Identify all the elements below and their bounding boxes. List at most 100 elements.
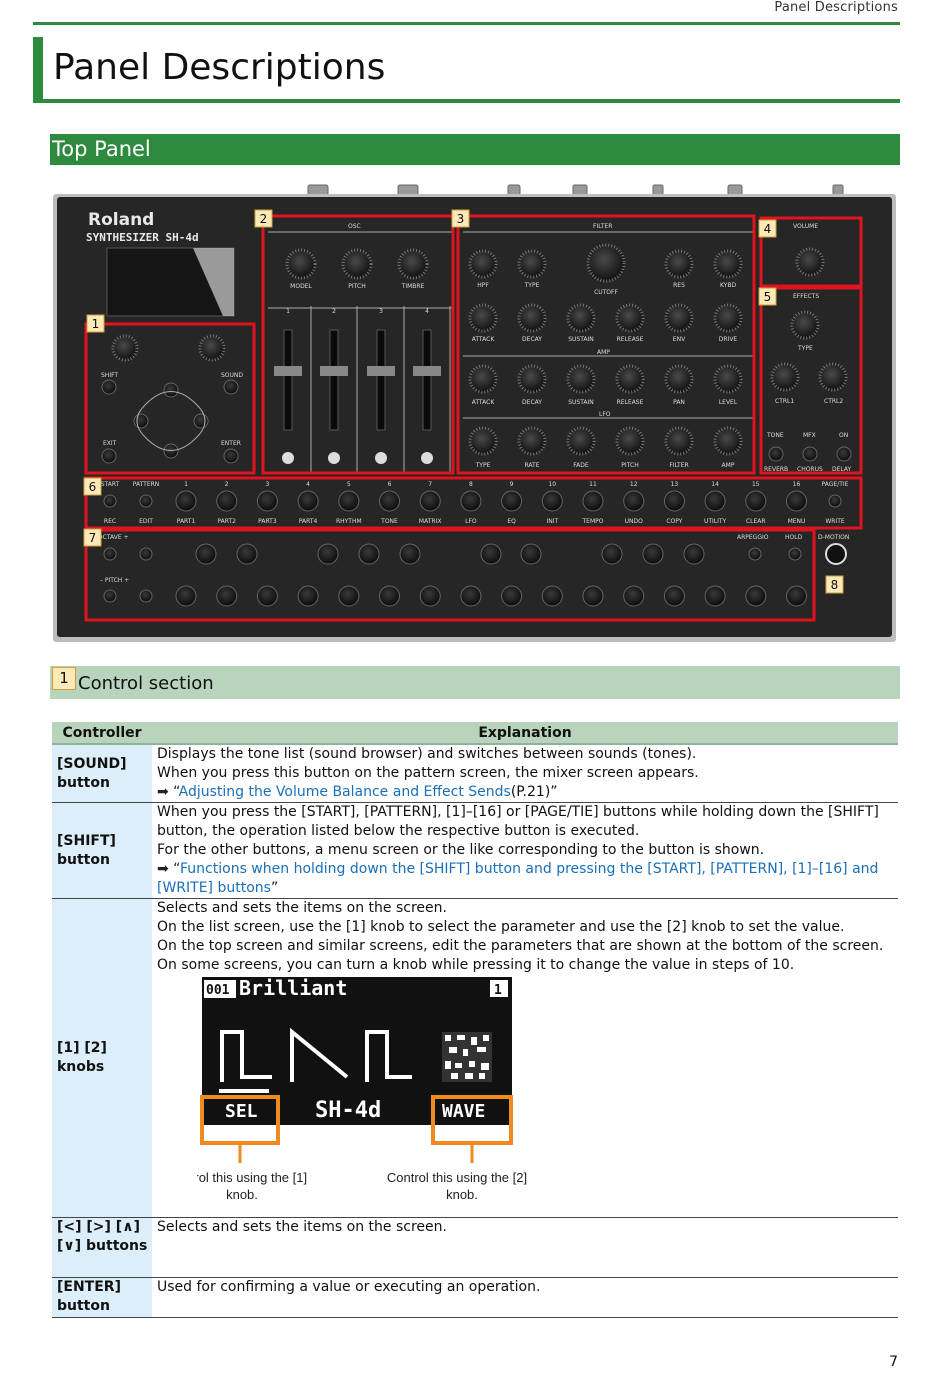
panel-label: 11 — [589, 481, 597, 488]
button-icon — [139, 547, 153, 561]
knob-icon — [566, 364, 596, 394]
volume-balance-link[interactable]: Adjusting the Volume Balance and Effect … — [179, 784, 511, 800]
table-header-row: Controller Explanation — [52, 722, 898, 745]
brand-logo: Roland — [88, 210, 154, 230]
button-icon — [195, 543, 217, 565]
panel-label: PAGE/TIE — [822, 481, 849, 488]
part-number: 1 — [494, 983, 502, 998]
knob-icon — [517, 249, 547, 279]
explanation-line: Selects and sets the items on the screen… — [157, 1219, 447, 1235]
button-icon — [623, 490, 645, 512]
title-block: Panel Descriptions — [33, 37, 900, 103]
panel-label: SUSTAIN — [568, 399, 594, 406]
panel-label: CTRL1 — [775, 398, 794, 405]
panel-label: RES — [673, 282, 685, 289]
wave-label: WAVE — [442, 1101, 485, 1122]
panel-label: ATTACK — [472, 336, 496, 343]
panel-label: LFO — [599, 411, 611, 418]
panel-label: RHYTHM — [336, 518, 362, 525]
shift-functions-link[interactable]: Functions when holding down the [SHIFT] … — [157, 861, 878, 896]
panel-label: UNDO — [625, 518, 644, 525]
panel-label: 7 — [428, 481, 432, 488]
button-icon — [663, 585, 685, 607]
title-accent-bar — [33, 37, 43, 103]
panel-label: PITCH — [621, 462, 638, 469]
panel-label: ON — [839, 432, 848, 439]
tone-number: 001 — [206, 983, 230, 998]
button-icon — [338, 490, 360, 512]
panel-label: 2 — [225, 481, 229, 488]
panel-label: SOUND — [221, 372, 243, 379]
explanation-line: Selects and sets the items on the screen… — [157, 900, 447, 916]
panel-label: 6 — [89, 480, 97, 494]
panel-label: ENTER — [221, 440, 241, 447]
button-icon — [501, 585, 523, 607]
panel-label: MODEL — [290, 283, 312, 290]
panel-label: TEMPO — [582, 518, 604, 525]
panel-label: PART2 — [217, 518, 236, 525]
button-icon — [216, 490, 238, 512]
panel-label: LFO — [465, 518, 477, 525]
panel-label: TONE — [380, 518, 398, 525]
arrow-icon: ➡ “ — [157, 861, 181, 877]
caption-left-2: knob. — [226, 1187, 258, 1202]
controller-cell: [<] [>] [∧] [∨] buttons — [52, 1217, 152, 1278]
panel-label: 10 — [548, 481, 556, 488]
explanation-line: When you press this button on the patter… — [157, 765, 699, 781]
title-underline — [33, 99, 900, 103]
panel-label: ENV — [673, 336, 686, 343]
model-label: SH-4d — [315, 1098, 381, 1123]
fader-icon — [367, 366, 395, 376]
panel-label: 3 — [265, 481, 269, 488]
panel-label: AMP — [597, 349, 610, 356]
fader-icon — [329, 329, 339, 431]
panel-label: EXIT — [103, 440, 117, 447]
sel-label: SEL — [225, 1101, 258, 1122]
noise-wave-icon — [442, 1032, 492, 1082]
explanation-line: Displays the tone list (sound browser) a… — [157, 746, 697, 762]
button-icon — [175, 490, 197, 512]
fader-icon — [320, 366, 348, 376]
panel-label: START — [101, 481, 120, 488]
panel-label: 4 — [764, 222, 772, 236]
panel-label: TYPE — [524, 282, 540, 289]
panel-label: 14 — [711, 481, 719, 488]
panel-label: 1 — [184, 481, 188, 488]
table-row: [1] [2] knobs Selects and sets the items… — [52, 898, 898, 1218]
fader-icon — [376, 329, 386, 431]
panel-label: ATTACK — [472, 399, 496, 406]
knob-icon — [566, 303, 596, 333]
knob-icon — [664, 303, 694, 333]
controller-table: Controller Explanation [SOUND] button Di… — [52, 722, 898, 1318]
panel-label: HOLD — [785, 534, 803, 541]
panel-label: FILTER — [593, 223, 612, 230]
explanation-cell: Selects and sets the items on the screen… — [152, 898, 898, 1218]
panel-label: KYBD — [720, 282, 737, 289]
panel-label: VOLUME — [793, 223, 818, 230]
panel-label: SHIFT — [101, 372, 118, 379]
panel-label: DECAY — [522, 336, 542, 343]
explanation-line: For the other buttons, a menu screen or … — [157, 842, 765, 858]
panel-label: PART4 — [299, 518, 318, 525]
running-head: Panel Descriptions — [774, 0, 898, 15]
button-icon — [642, 543, 664, 565]
explanation-line: On the top screen and similar screens, e… — [157, 938, 884, 954]
panel-label: EQ — [507, 518, 516, 525]
knob-icon — [664, 364, 694, 394]
button-icon — [399, 543, 421, 565]
panel-label: 8 — [469, 481, 473, 488]
panel-label: 5 — [347, 481, 351, 488]
button-icon — [175, 585, 197, 607]
panel-label: LEVEL — [719, 399, 738, 406]
controller-cell: [SHIFT] button — [52, 802, 152, 899]
knob-icon — [664, 249, 694, 279]
panel-label: PAN — [673, 399, 685, 406]
panel-label: 1 — [286, 308, 290, 315]
explanation-line: Used for confirming a value or executing… — [157, 1279, 541, 1295]
panel-label: 9 — [510, 481, 514, 488]
table-row: [SOUND] button Displays the tone list (s… — [52, 744, 898, 803]
button-icon — [103, 589, 117, 603]
button-icon — [786, 585, 807, 607]
button-icon — [582, 490, 604, 512]
panel-label: HPF — [477, 282, 489, 289]
